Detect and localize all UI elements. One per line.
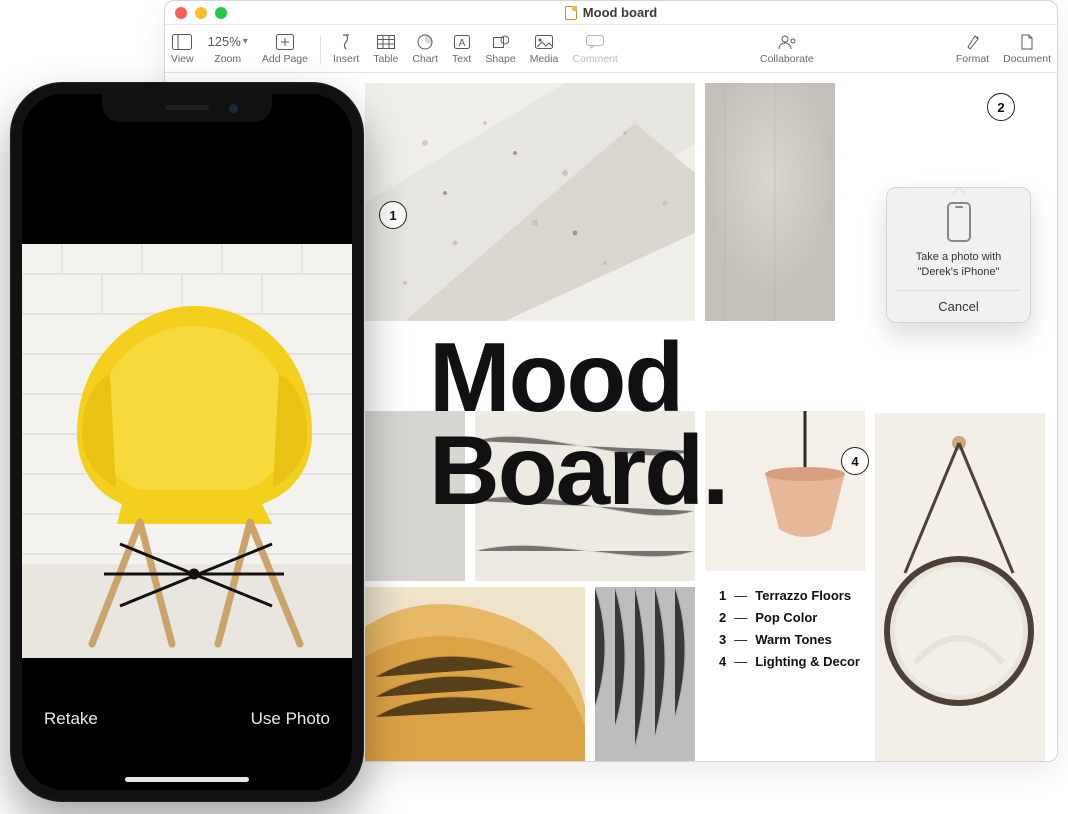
zoom-button[interactable]: 125% ▾ Zoom xyxy=(208,33,248,65)
zoom-label: Zoom xyxy=(214,53,241,65)
use-photo-button[interactable]: Use Photo xyxy=(251,709,330,729)
headline-line2: Board. xyxy=(429,424,727,517)
retake-button[interactable]: Retake xyxy=(44,709,98,729)
media-label: Media xyxy=(530,53,559,65)
chart-label: Chart xyxy=(412,53,438,65)
camera-preview xyxy=(22,244,352,658)
legend: 1—Terrazzo Floors 2—Pop Color 3—Warm Ton… xyxy=(719,585,860,673)
sidebar-icon xyxy=(172,33,192,51)
camera-bottom-bar: Retake Use Photo xyxy=(22,670,352,790)
add-page-label: Add Page xyxy=(262,53,308,65)
continuity-camera-popover: Take a photo with "Derek's iPhone" Cance… xyxy=(886,187,1031,323)
format-button[interactable]: Format xyxy=(956,33,989,65)
shape-label: Shape xyxy=(485,53,515,65)
legend-row: 2—Pop Color xyxy=(719,607,860,629)
insert-label: Insert xyxy=(333,53,359,65)
shape-icon xyxy=(493,33,509,51)
document-file-icon xyxy=(565,6,577,20)
format-icon xyxy=(965,33,981,51)
headline-line1: Mood xyxy=(429,331,727,424)
comment-label: Comment xyxy=(572,53,618,65)
chevron-down-icon: ▾ xyxy=(243,36,248,47)
iphone-screen: Retake Use Photo xyxy=(22,94,352,790)
image-sofa xyxy=(365,587,585,761)
collaborate-button[interactable]: Collaborate xyxy=(760,33,814,65)
view-label: View xyxy=(171,53,194,65)
insert-icon xyxy=(339,33,353,51)
chart-icon xyxy=(417,33,433,51)
legend-row: 1—Terrazzo Floors xyxy=(719,585,860,607)
svg-text:A: A xyxy=(458,38,465,49)
collaborate-label: Collaborate xyxy=(760,53,814,65)
image-terrazzo xyxy=(365,83,695,321)
popover-line1: Take a photo with xyxy=(897,250,1020,265)
toolbar-separator xyxy=(320,35,321,63)
popover-cancel-button[interactable]: Cancel xyxy=(897,290,1020,314)
comment-icon xyxy=(586,33,604,51)
shape-button[interactable]: Shape xyxy=(485,33,515,65)
callout-4: 4 xyxy=(841,447,869,475)
add-page-icon xyxy=(276,33,294,51)
home-indicator[interactable] xyxy=(125,777,249,782)
legend-row: 4—Lighting & Decor xyxy=(719,651,860,673)
media-icon xyxy=(535,33,553,51)
table-button[interactable]: Table xyxy=(373,33,398,65)
image-concrete xyxy=(705,83,835,321)
format-label: Format xyxy=(956,53,989,65)
image-lamp xyxy=(705,411,865,571)
popover-line2: "Derek's iPhone" xyxy=(897,265,1020,280)
iphone-notch xyxy=(102,94,272,122)
document-label: Document xyxy=(1003,53,1051,65)
text-icon: A xyxy=(454,33,470,51)
headline: Mood Board. xyxy=(429,331,727,517)
view-button[interactable]: View xyxy=(171,33,194,65)
window-title: Mood board xyxy=(583,5,657,20)
text-label: Text xyxy=(452,53,471,65)
collaborate-icon xyxy=(777,33,797,51)
image-fur xyxy=(595,587,695,761)
image-mirror xyxy=(875,413,1045,761)
comment-button[interactable]: Comment xyxy=(572,33,618,65)
callout-1: 1 xyxy=(379,201,407,229)
iphone-device: Retake Use Photo xyxy=(10,82,364,802)
zoom-value: 125% xyxy=(208,34,241,49)
table-icon xyxy=(377,33,395,51)
media-button[interactable]: Media xyxy=(530,33,559,65)
titlebar: Mood board xyxy=(165,1,1057,25)
insert-button[interactable]: Insert xyxy=(333,33,359,65)
toolbar: View 125% ▾ Zoom Add Page Insert xyxy=(165,25,1057,73)
phone-outline-icon xyxy=(947,202,971,242)
legend-row: 3—Warm Tones xyxy=(719,629,860,651)
table-label: Table xyxy=(373,53,398,65)
chart-button[interactable]: Chart xyxy=(412,33,438,65)
add-page-button[interactable]: Add Page xyxy=(262,33,308,65)
text-button[interactable]: A Text xyxy=(452,33,471,65)
callout-2: 2 xyxy=(987,93,1015,121)
document-icon xyxy=(1020,33,1034,51)
document-button[interactable]: Document xyxy=(1003,33,1051,65)
